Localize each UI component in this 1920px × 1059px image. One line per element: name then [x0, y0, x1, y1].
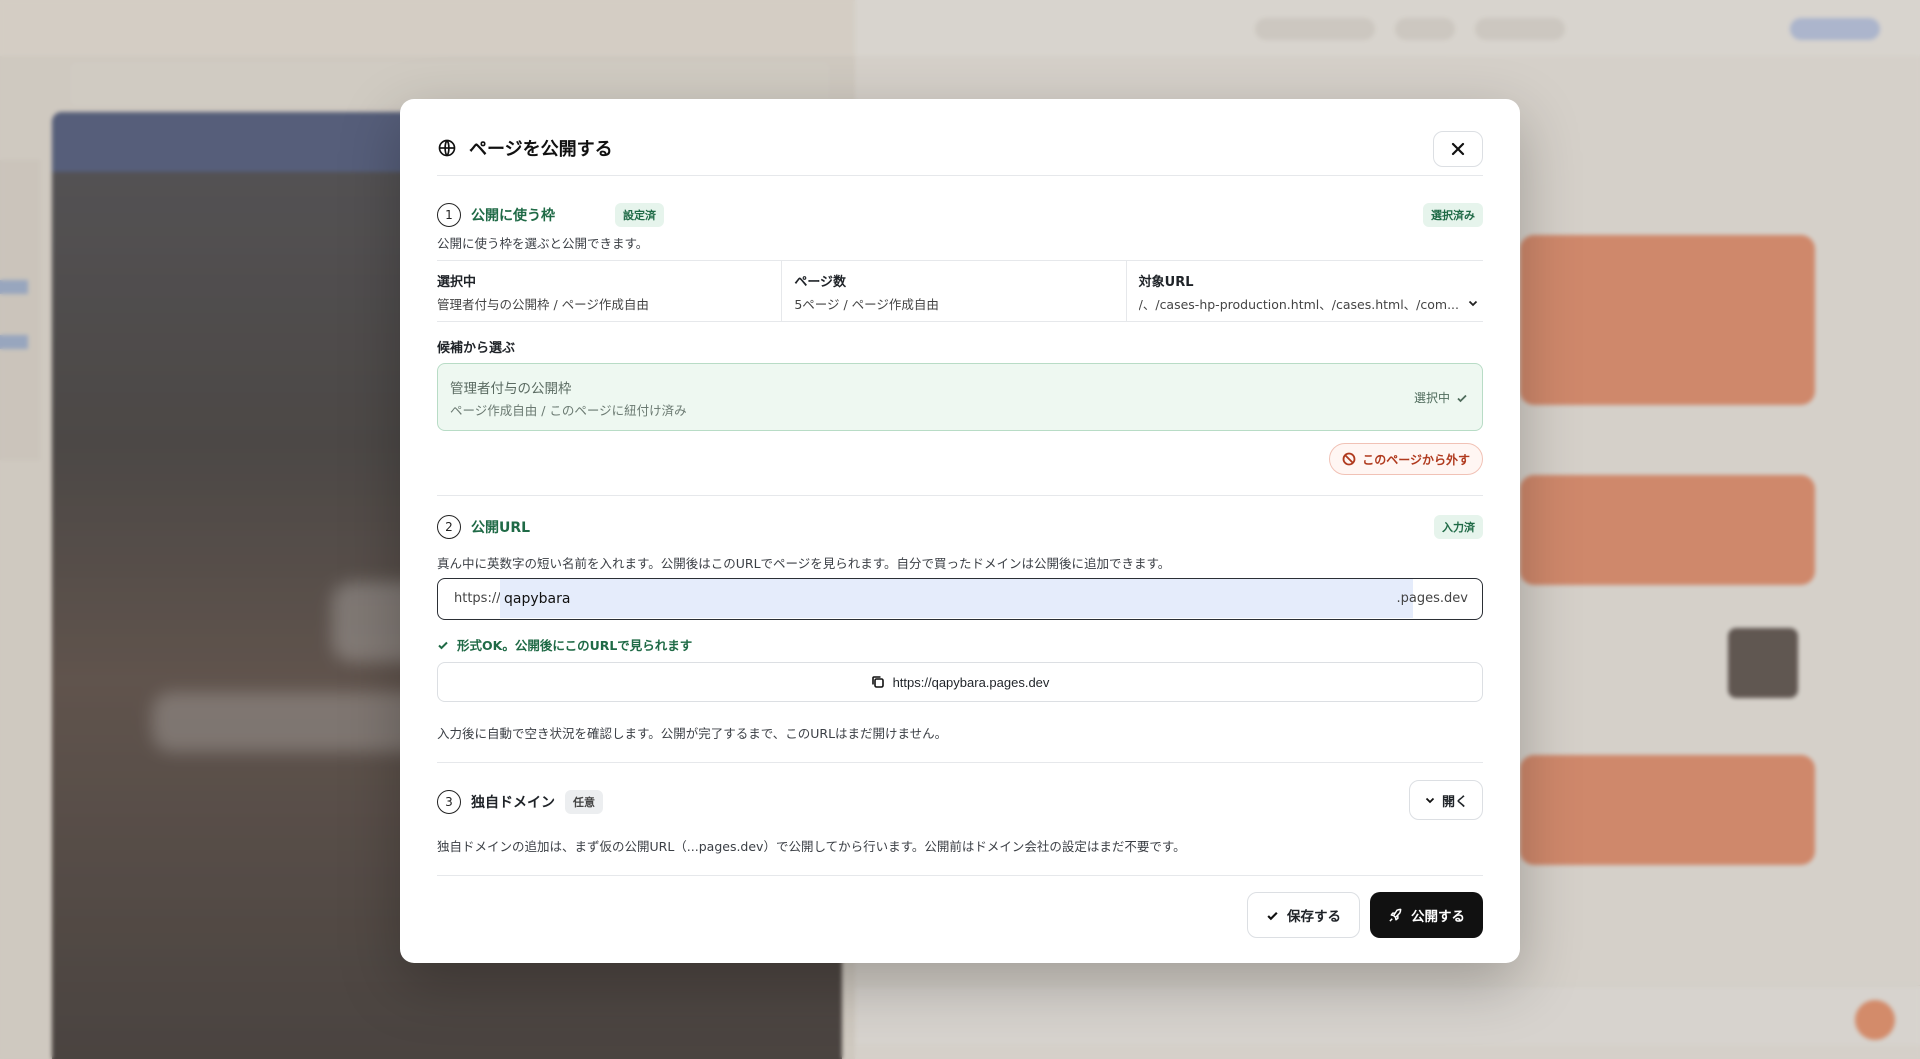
candidate-option-admin-slot[interactable]: 管理者付与の公開枠 ページ作成自由 / このページに紐付け済み 選択中 — [437, 363, 1483, 431]
summary-target-url[interactable]: 対象URL /、/cases-hp-production.html、/cases… — [1125, 261, 1483, 321]
summary-selected: 選択中 管理者付与の公開枠 / ページ作成自由 — [437, 275, 649, 312]
publish-dialog: ページを公開する 1 公開に使う枠 設定済 選択済み 公開に使う枠を選ぶと公開で… — [400, 99, 1520, 963]
summary-page-count: ページ数 5ページ / ページ作成自由 — [781, 261, 1125, 321]
publish-button[interactable]: 公開する — [1370, 892, 1483, 938]
copy-url-button[interactable]: https://qapybara.pages.dev — [437, 662, 1483, 702]
detach-from-page-button[interactable]: このページから外す — [1329, 443, 1483, 475]
url-suffix: .pages.dev — [1396, 591, 1468, 606]
url-prefix: https:// — [454, 591, 501, 606]
step2-description: 真ん中に英数字の短い名前を入れます。公開後はこのURLでページを見られます。自分… — [437, 556, 1171, 571]
step1-number: 1 — [437, 203, 461, 227]
candidates-heading: 候補から選ぶ — [437, 341, 516, 356]
url-note: 入力後に自動で空き状況を確認します。公開が完了するまで、このURLはまだ開けませ… — [437, 726, 948, 741]
divider — [437, 875, 1483, 876]
step1-title: 公開に使う枠 — [471, 208, 555, 224]
close-button[interactable] — [1433, 131, 1483, 167]
selection-summary: 選択中 管理者付与の公開枠 / ページ作成自由 ページ数 5ページ / ページ作… — [437, 260, 1483, 322]
validation-message: 形式OK。公開後にこのURLで見られます — [437, 635, 692, 654]
step3-number: 3 — [437, 790, 461, 814]
step1-selected-badge: 選択済み — [1423, 203, 1483, 227]
candidate-title: 管理者付与の公開枠 — [450, 381, 572, 397]
check-icon — [1266, 909, 1279, 922]
step1-description: 公開に使う枠を選ぶと公開できます。 — [437, 236, 649, 251]
divider — [437, 495, 1483, 496]
step1-section: 1 公開に使う枠 設定済 選択済み 公開に使う枠を選ぶと公開できます。 選択中 … — [437, 203, 1483, 483]
dialog-title-text: ページを公開する — [469, 139, 613, 160]
rocket-icon — [1388, 908, 1403, 923]
dialog-footer: 保存する 公開する — [1247, 892, 1483, 938]
step3-title: 独自ドメイン — [471, 795, 555, 811]
close-icon — [1451, 142, 1465, 156]
step3-section: 3 独自ドメイン 任意 開く 独自ドメインの追加は、まず仮の公開URL（...p… — [437, 780, 1483, 860]
dialog-title: ページを公開する — [437, 135, 613, 161]
divider — [437, 762, 1483, 763]
public-url-field: https:// .pages.dev — [437, 578, 1483, 620]
copy-icon — [871, 675, 885, 689]
candidate-subtitle: ページ作成自由 / このページに紐付け済み — [450, 403, 687, 418]
candidate-selected-state: 選択中 — [1414, 389, 1468, 406]
subdomain-input[interactable] — [500, 579, 1413, 618]
dialog-header: ページを公開する — [437, 129, 1483, 176]
ban-icon — [1342, 452, 1356, 466]
step2-number: 2 — [437, 515, 461, 539]
step1-status-badge: 設定済 — [615, 203, 664, 227]
optional-badge: 任意 — [565, 790, 603, 814]
step2-section: 2 公開URL 入力済 真ん中に英数字の短い名前を入れます。公開後はこのURLで… — [437, 515, 1483, 745]
step2-entered-badge: 入力済 — [1434, 515, 1483, 539]
check-icon — [437, 639, 449, 651]
chevron-down-icon — [1424, 794, 1436, 806]
check-icon — [1456, 392, 1468, 404]
step3-description: 独自ドメインの追加は、まず仮の公開URL（...pages.dev）で公開してか… — [437, 839, 1186, 854]
chevron-down-icon[interactable] — [1467, 297, 1479, 309]
expand-custom-domain-button[interactable]: 開く — [1409, 780, 1483, 820]
step2-title: 公開URL — [471, 520, 531, 536]
globe-icon — [437, 138, 457, 158]
save-button[interactable]: 保存する — [1247, 892, 1360, 938]
